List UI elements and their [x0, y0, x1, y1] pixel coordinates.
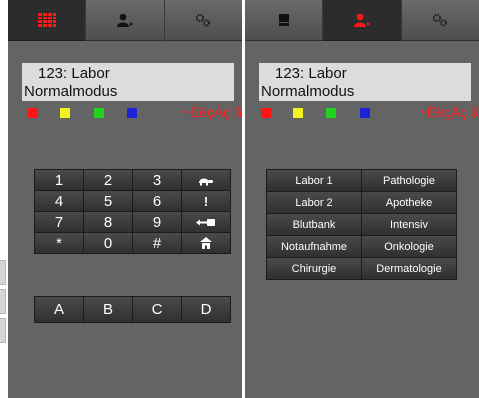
dept-button[interactable]: Dermatologie — [362, 258, 456, 279]
display-line-1: 123: Labor — [38, 65, 110, 82]
display-line-1: 123: Labor — [275, 65, 347, 82]
key-hash[interactable]: # — [133, 233, 181, 253]
key-b[interactable]: B — [84, 297, 132, 322]
tab-keypad[interactable] — [8, 0, 87, 41]
dept-button[interactable]: Labor 1 — [267, 170, 361, 191]
key-icon — [196, 218, 215, 226]
tab-bar — [245, 0, 479, 41]
margin-tab — [0, 260, 6, 285]
key-5[interactable]: 5 — [84, 191, 132, 211]
led-blue — [127, 108, 137, 118]
led-row: ~ÈëçÀç ã — [22, 103, 244, 121]
dial-keypad: 1 2 3 4 5 6 ! 7 8 9 * 0 # — [34, 169, 231, 254]
book-icon — [278, 14, 289, 26]
function-keys: A B C D — [34, 296, 231, 323]
dept-button[interactable]: Pathologie — [362, 170, 456, 191]
tab-user[interactable] — [86, 0, 165, 41]
key-0[interactable]: 0 — [84, 233, 132, 253]
tab-settings[interactable] — [164, 0, 242, 41]
key-6[interactable]: 6 — [133, 191, 181, 211]
led-yellow — [293, 108, 303, 118]
status-display: 123: Labor Normalmodus — [259, 63, 471, 101]
dept-button[interactable]: Apotheke — [362, 192, 456, 213]
turtle-icon — [199, 178, 213, 185]
dept-button[interactable]: Intensiv — [362, 214, 456, 235]
display-line-2: Normalmodus — [261, 83, 355, 100]
dept-button[interactable]: Onkologie — [362, 236, 456, 257]
margin-tab — [0, 318, 6, 343]
key-key-button[interactable] — [182, 212, 230, 232]
tab-settings[interactable] — [401, 0, 479, 41]
key-home[interactable] — [182, 233, 230, 253]
dept-button[interactable]: Chirurgie — [267, 258, 361, 279]
led-blue — [360, 108, 370, 118]
margin-tab — [0, 289, 6, 314]
dept-button[interactable]: Notaufnahme — [267, 236, 361, 257]
keypad-panel: 123: Labor Normalmodus ~ÈëçÀç ã 1 2 3 4 … — [8, 0, 242, 398]
key-4[interactable]: 4 — [35, 191, 83, 211]
key-7[interactable]: 7 — [35, 212, 83, 232]
key-9[interactable]: 9 — [133, 212, 181, 232]
led-green — [94, 108, 104, 118]
left-margin-tabs — [0, 260, 6, 347]
tab-phonebook[interactable] — [245, 0, 324, 41]
home-icon — [200, 237, 212, 249]
key-star[interactable]: * — [35, 233, 83, 253]
led-row: ~ÈëçÀç ã — [259, 103, 479, 121]
departments-panel: 123: Labor Normalmodus ~ÈëçÀç ã Labor 1 … — [245, 0, 479, 398]
key-exclamation[interactable]: ! — [182, 191, 230, 211]
department-grid: Labor 1 Pathologie Labor 2 Apotheke Blut… — [266, 169, 457, 280]
gears-icon — [196, 13, 211, 27]
key-a[interactable]: A — [35, 297, 83, 322]
display-line-2: Normalmodus — [24, 83, 118, 100]
led-red — [261, 108, 271, 118]
gears-icon — [433, 13, 448, 27]
dept-button[interactable]: Labor 2 — [267, 192, 361, 213]
key-c[interactable]: C — [133, 297, 181, 322]
status-display: 123: Labor Normalmodus — [22, 63, 234, 101]
led-red — [28, 108, 38, 118]
key-d[interactable]: D — [182, 297, 230, 322]
led-green — [326, 108, 336, 118]
dept-button[interactable]: Blutbank — [267, 214, 361, 235]
key-2[interactable]: 2 — [84, 170, 132, 190]
user-icon — [353, 13, 370, 27]
key-3[interactable]: 3 — [133, 170, 181, 190]
key-turtle[interactable] — [182, 170, 230, 190]
user-icon — [116, 13, 133, 27]
tab-user[interactable] — [323, 0, 402, 41]
key-8[interactable]: 8 — [84, 212, 132, 232]
key-1[interactable]: 1 — [35, 170, 83, 190]
led-yellow — [60, 108, 70, 118]
status-text: ~ÈëçÀç ã — [181, 104, 242, 120]
status-text: ~ÈëçÀç ã — [418, 104, 479, 120]
tab-bar — [8, 0, 242, 41]
keypad-grid-icon — [37, 13, 56, 27]
